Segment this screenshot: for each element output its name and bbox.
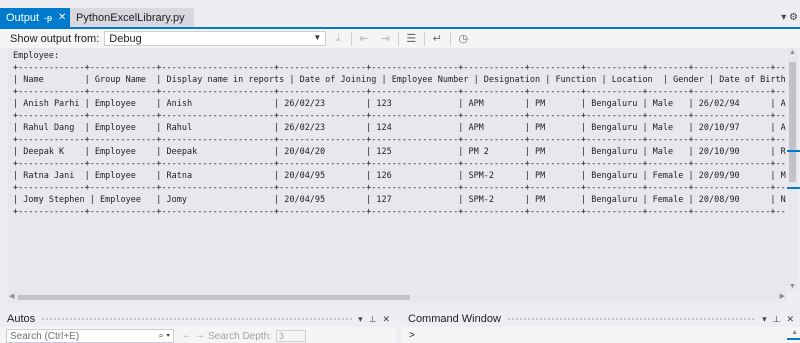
command-prompt[interactable]: >	[409, 330, 415, 341]
search-depth: Search Depth: 3	[196, 330, 306, 342]
search-depth-label: Search Depth:	[208, 330, 272, 342]
tab-python-excel-library-label: PythonExcelLibrary.py	[76, 11, 185, 24]
output-source-select[interactable]: Debug ▼	[104, 31, 327, 46]
close-icon[interactable]: ✕	[382, 314, 390, 325]
close-icon[interactable]: ✕	[58, 12, 66, 23]
scroll-marker	[787, 187, 800, 189]
word-wrap-icon[interactable]: ↵	[428, 31, 446, 47]
scroll-right-icon[interactable]: ▶	[780, 292, 785, 300]
command-window-panel: Command Window ▾ ⊥ ✕ > ▲	[401, 311, 800, 343]
output-toolbar: Show output from: Debug ▼ ⤓ ⇤ ⇥ ☰ ↵ ◷	[0, 29, 800, 48]
show-output-from-label: Show output from:	[10, 32, 100, 45]
tab-output[interactable]: Output -ᵽ ✕	[0, 8, 70, 27]
pin-icon[interactable]: -ᵽ	[44, 13, 52, 23]
search-depth-select[interactable]: 3	[275, 330, 306, 342]
toolbar-separator	[351, 31, 353, 46]
scroll-up-icon[interactable]: ▲	[789, 49, 796, 56]
scroll-marker	[787, 338, 800, 340]
search-icon[interactable]: ⌕ ▾	[159, 330, 170, 341]
pin-icon[interactable]: ⊥	[369, 314, 377, 325]
clear-all-icon[interactable]: ☰	[402, 31, 420, 47]
toolbar-separator	[450, 31, 452, 46]
clock-icon[interactable]: ◷	[454, 31, 472, 47]
autos-search-input[interactable]: Search (Ctrl+E) ⌕ ▾	[6, 329, 174, 343]
scroll-down-icon[interactable]: ▼	[789, 283, 796, 290]
next-message-icon[interactable]: ⇥	[376, 31, 394, 47]
gear-icon[interactable]: ▾ ⚙	[781, 12, 798, 23]
output-source-value: Debug	[109, 32, 142, 45]
scroll-marker	[787, 150, 800, 152]
autos-title-bar: Autos ▾ ⊥ ✕	[0, 311, 396, 327]
command-window-title: Command Window	[408, 313, 501, 325]
dropdown-arrow-icon: ▼	[313, 33, 322, 42]
command-window-title-bar: Command Window ▾ ⊥ ✕	[401, 311, 800, 327]
prev-message-icon[interactable]: ⇤	[355, 31, 373, 47]
scroll-left-icon[interactable]: ◀	[9, 292, 14, 300]
vertical-scroll-thumb[interactable]	[789, 62, 796, 182]
find-message-icon[interactable]: ⤓	[329, 31, 347, 47]
close-icon[interactable]: ✕	[786, 314, 794, 325]
output-text: Employee: +-------------+-------------+-…	[13, 51, 786, 217]
drag-grip[interactable]	[506, 316, 757, 322]
toolbar-separator	[424, 31, 426, 46]
dropdown-arrow-icon[interactable]: ▾	[762, 314, 767, 325]
autos-search-placeholder: Search (Ctrl+E)	[10, 330, 80, 342]
autos-panel: Autos ▾ ⊥ ✕ Search (Ctrl+E) ⌕ ▾ ← → Sear…	[0, 311, 396, 343]
vertical-scrollbar[interactable]: ▲ ▼	[787, 48, 798, 291]
pin-icon[interactable]: ⊥	[773, 314, 781, 325]
output-pane[interactable]: Employee: +-------------+-------------+-…	[8, 48, 786, 291]
document-tab-bar: Output -ᵽ ✕ PythonExcelLibrary.py ▾ ⚙	[0, 0, 800, 27]
dropdown-arrow-icon[interactable]: ▾	[358, 314, 363, 325]
tab-python-excel-library[interactable]: PythonExcelLibrary.py	[70, 8, 194, 27]
horizontal-scrollbar[interactable]: ◀ ▶	[8, 291, 786, 303]
autos-title: Autos	[7, 313, 36, 325]
drag-grip[interactable]	[41, 316, 353, 322]
tab-output-label: Output	[6, 11, 40, 24]
toolbar-separator	[398, 31, 400, 46]
horizontal-scroll-thumb[interactable]	[18, 295, 410, 300]
scroll-up-icon[interactable]: ▲	[791, 329, 798, 336]
